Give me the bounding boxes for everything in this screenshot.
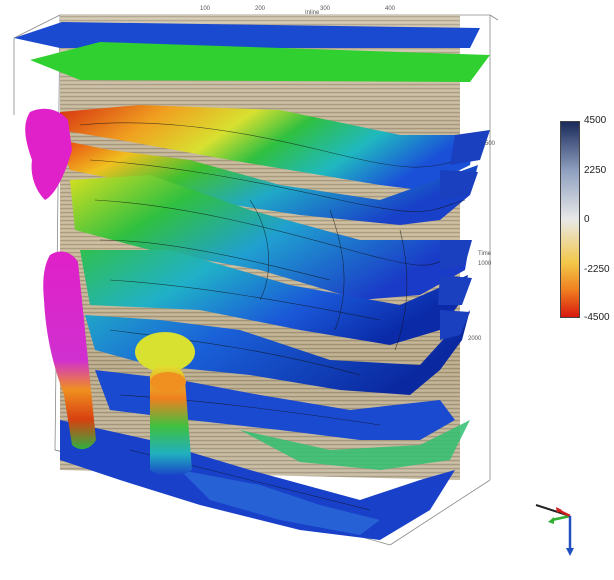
axis-tick-top: 100: [200, 6, 211, 12]
axis-tick-top: 400: [385, 6, 396, 12]
axis-tick-top: 200: [255, 6, 266, 12]
amplitude-colorbar: [560, 121, 580, 318]
colorbar-label-high: 2250: [584, 165, 607, 176]
colorbar-label-low: -2250: [584, 264, 610, 275]
3d-seismic-volume-view[interactable]: 100 200 300 400 Inline 500 Time 1000 200…: [0, 0, 614, 580]
orientation-triad: [535, 504, 574, 556]
axis-tick-right: 1000: [478, 261, 492, 267]
axis-tick-right: 2000: [468, 336, 482, 342]
colorbar-label-max: 4500: [584, 115, 607, 126]
colorbar-label-min: -4500: [584, 312, 610, 323]
y-axis-arrow: [551, 514, 571, 522]
axis-tick-right: Time: [478, 251, 492, 257]
colorbar-label-zero: 0: [584, 214, 590, 225]
axis-tick-right: 500: [485, 141, 496, 147]
axis-tick-top: 300: [320, 6, 331, 12]
axis-tick-top: Inline: [305, 10, 320, 16]
